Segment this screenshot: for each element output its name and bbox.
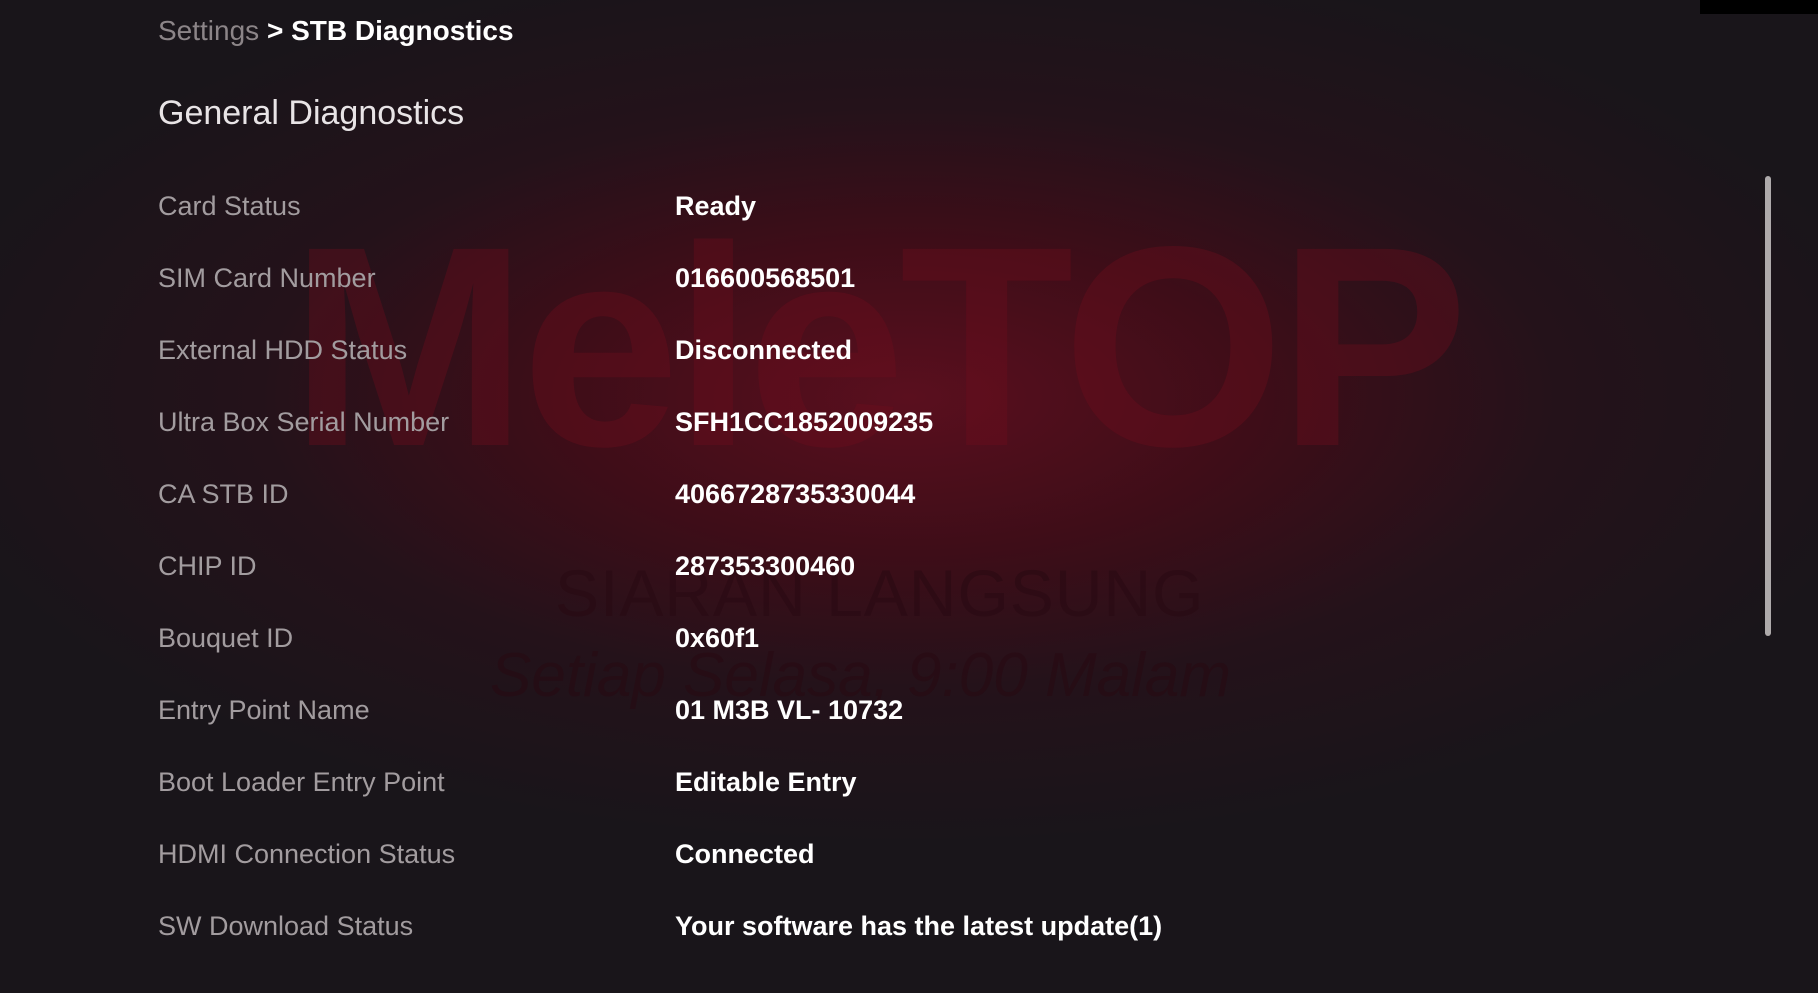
diagnostic-value: SFH1CC1852009235 xyxy=(675,406,934,437)
diagnostic-row[interactable]: CA STB ID 4066728735330044 xyxy=(158,458,1658,530)
diagnostic-label: CA STB ID xyxy=(158,478,289,509)
diagnostic-row[interactable]: Card Status Ready xyxy=(158,170,1658,242)
diagnostic-row[interactable]: SIM Card Number 016600568501 xyxy=(158,242,1658,314)
diagnostic-value: 016600568501 xyxy=(675,262,856,293)
diagnostic-row[interactable]: Ultra Box Serial Number SFH1CC1852009235 xyxy=(158,386,1658,458)
section-title: General Diagnostics xyxy=(158,94,465,132)
diagnostic-row[interactable]: Bouquet ID 0x60f1 xyxy=(158,602,1658,674)
diagnostic-value: 287353300460 xyxy=(675,550,856,581)
diagnostic-row[interactable]: Entry Point Name 01 M3B VL- 10732 xyxy=(158,674,1658,746)
diagnostic-label: External HDD Status xyxy=(158,334,408,365)
corner-overlay xyxy=(1700,0,1818,14)
diagnostic-value: 0x60f1 xyxy=(675,622,760,653)
breadcrumb-settings[interactable]: Settings xyxy=(158,15,259,46)
scrollbar[interactable] xyxy=(1765,176,1771,636)
diagnostic-row[interactable]: SW Download Status Your software has the … xyxy=(158,890,1658,962)
breadcrumb-current: STB Diagnostics xyxy=(291,15,514,46)
diagnostic-row[interactable]: External HDD Status Disconnected xyxy=(158,314,1658,386)
stb-diagnostics-screen: MeleTOP SIARAN LANGSUNG Setiap Selasa, 9… xyxy=(0,0,1818,993)
diagnostic-label: CHIP ID xyxy=(158,550,257,581)
diagnostic-row[interactable]: CHIP ID 287353300460 xyxy=(158,530,1658,602)
diagnostic-label: SIM Card Number xyxy=(158,262,376,293)
diagnostic-label: HDMI Connection Status xyxy=(158,838,456,869)
diagnostic-value: Editable Entry xyxy=(675,766,857,797)
diagnostic-value: Your software has the latest update(1) xyxy=(675,910,1163,941)
diagnostic-value: Disconnected xyxy=(675,334,853,365)
diagnostic-value: 01 M3B VL- 10732 xyxy=(675,694,904,725)
breadcrumb: Settings > STB Diagnostics xyxy=(158,14,514,48)
diagnostic-value: Connected xyxy=(675,838,815,869)
diagnostic-label: SW Download Status xyxy=(158,910,414,941)
diagnostic-value: 4066728735330044 xyxy=(675,478,916,509)
breadcrumb-separator: > xyxy=(266,15,284,46)
diagnostic-row[interactable]: HDMI Connection Status Connected xyxy=(158,818,1658,890)
diagnostic-label: Ultra Box Serial Number xyxy=(158,406,450,437)
diagnostic-label: Entry Point Name xyxy=(158,694,370,725)
diagnostics-list[interactable]: Card Status Ready SIM Card Number 016600568… xyxy=(158,170,1658,962)
diagnostic-label: Bouquet ID xyxy=(158,622,294,653)
diagnostic-label: Card Status xyxy=(158,190,301,221)
diagnostic-value: Ready xyxy=(675,190,757,221)
diagnostic-row[interactable]: Boot Loader Entry Point Editable Entry xyxy=(158,746,1658,818)
diagnostic-label: Boot Loader Entry Point xyxy=(158,766,445,797)
